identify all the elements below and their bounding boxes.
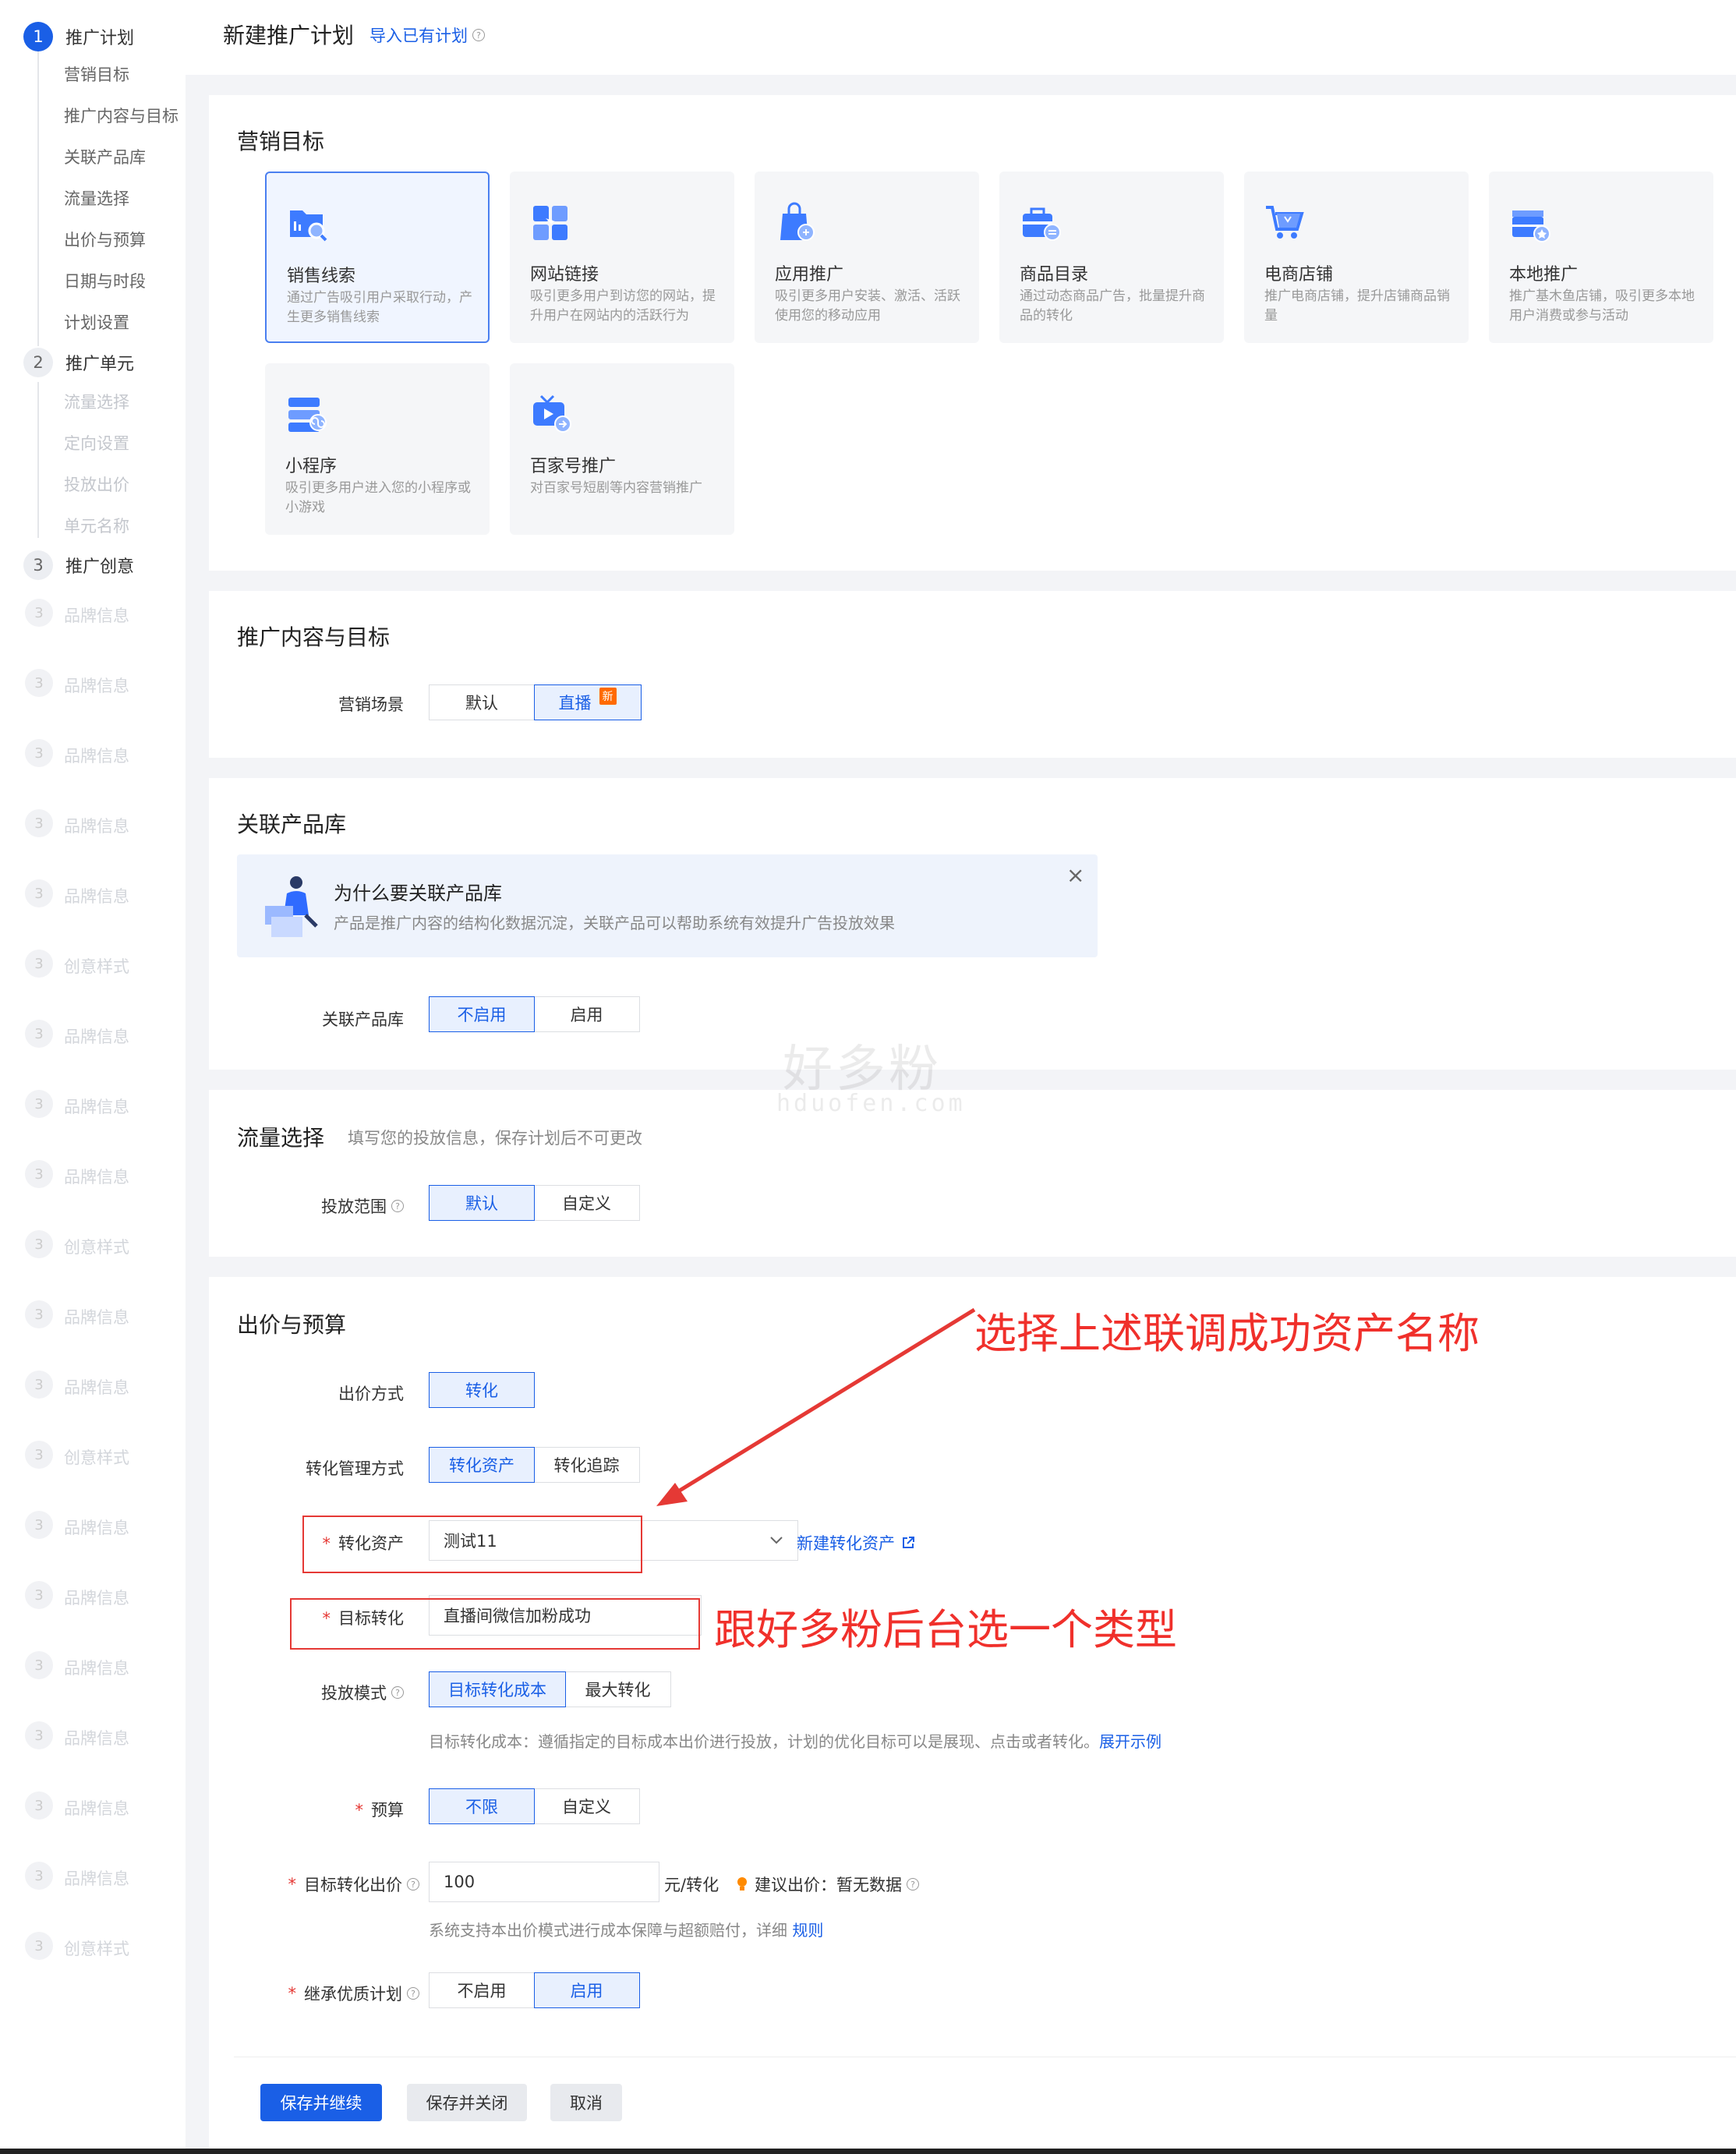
delivery-range-default-option[interactable]: 默认 bbox=[429, 1185, 535, 1221]
taskbar-strip bbox=[0, 2149, 1736, 2154]
bid-method-selector: 转化 bbox=[429, 1372, 535, 1408]
target-cost-option[interactable]: 目标转化成本 bbox=[429, 1671, 566, 1707]
bid-method-conversion-option[interactable]: 转化 bbox=[429, 1372, 535, 1408]
new-badge: 新 bbox=[599, 688, 617, 705]
cancel-button[interactable]: 取消 bbox=[550, 2084, 622, 2121]
watermark-en: hduofen.com bbox=[776, 1090, 966, 1117]
action-footer: 保存并继续 保存并关闭 取消 bbox=[234, 2057, 1736, 2151]
save-close-button[interactable]: 保存并关闭 bbox=[407, 2084, 527, 2121]
scene-live-label: 直播 bbox=[558, 694, 592, 713]
annotation-select-type: 跟好多粉后台选一个类型 bbox=[714, 1605, 1177, 1654]
save-continue-button[interactable]: 保存并继续 bbox=[260, 2084, 382, 2121]
conv-asset-option[interactable]: 转化资产 bbox=[429, 1447, 535, 1483]
inherit-enable-option[interactable]: 启用 bbox=[533, 1972, 640, 2008]
annotation-select-asset: 选择上述联调成功资产名称 bbox=[974, 1309, 1480, 1358]
product-lib-disable-option[interactable]: 不启用 bbox=[429, 996, 535, 1032]
budget-unlimited-option[interactable]: 不限 bbox=[429, 1788, 535, 1824]
scene-live-option[interactable]: 直播 新 bbox=[533, 684, 642, 720]
